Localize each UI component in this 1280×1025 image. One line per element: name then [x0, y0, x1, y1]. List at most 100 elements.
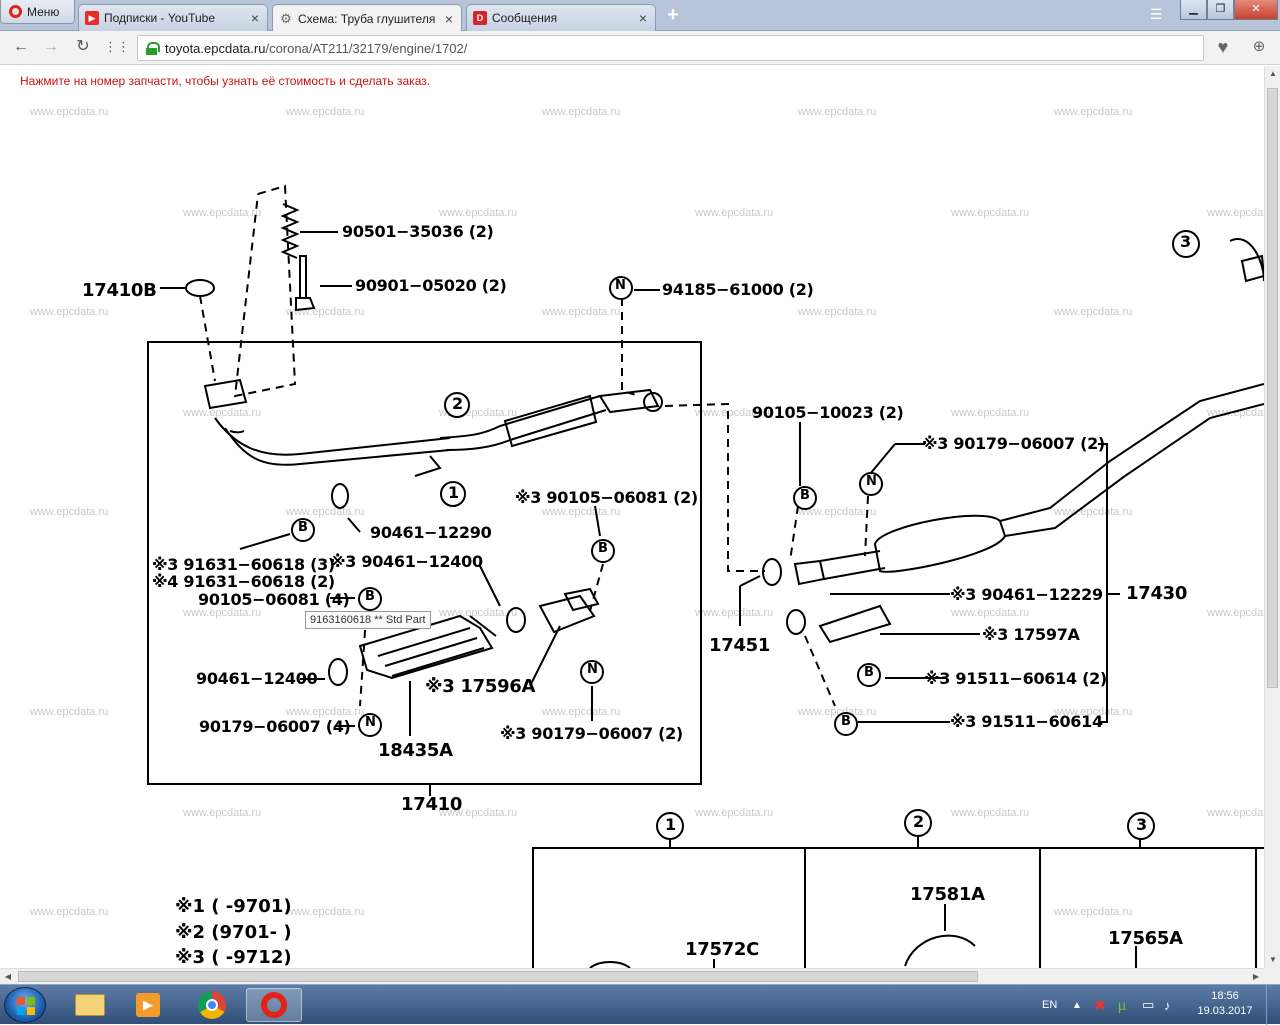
callout-n: N — [587, 662, 598, 677]
opera-taskbar-button[interactable] — [246, 988, 302, 1022]
part-90461-12400[interactable]: 90461−12400 — [196, 669, 318, 688]
callout-b: B — [298, 520, 308, 535]
part-90105-10023[interactable]: 90105−10023 (2) — [752, 403, 904, 422]
callout-1: 1 — [448, 483, 459, 502]
callout-3: 3 — [1180, 232, 1191, 251]
legend-row: ※3 ( -9712) — [175, 947, 292, 968]
scroll-up-icon[interactable]: ▲ — [1265, 66, 1280, 82]
exhaust-diagram — [147, 184, 1264, 968]
callout-b: B — [598, 541, 608, 556]
part-17410[interactable]: 17410 — [401, 794, 462, 815]
part-91631-60618-2[interactable]: ※4 91631−60618 (2) — [152, 572, 335, 591]
part-18435A[interactable]: 18435A — [378, 740, 453, 761]
vertical-scrollbar[interactable]: ▲ ▼ — [1264, 66, 1280, 968]
part-17596A[interactable]: ※3 17596A — [425, 676, 535, 697]
media-player-taskbar-button[interactable]: ▶ — [120, 988, 176, 1022]
part-tooltip: 9163160618 ** Std Part — [305, 611, 431, 629]
start-button[interactable] — [4, 987, 46, 1023]
callout-2: 2 — [913, 812, 924, 831]
close-tab-icon[interactable]: × — [443, 11, 455, 27]
callout-n: N — [615, 278, 626, 293]
scroll-down-icon[interactable]: ▼ — [1265, 952, 1280, 968]
forward-icon[interactable]: → — [40, 36, 62, 58]
part-17410B[interactable]: 17410B — [82, 280, 157, 301]
chrome-taskbar-button[interactable] — [184, 988, 240, 1022]
opera-menu-button[interactable]: Меню — [0, 0, 75, 24]
url-path: /corona/AT211/32179/engine/1702/ — [265, 40, 468, 56]
part-17572C[interactable]: 17572C — [685, 939, 759, 960]
browser-toolbar: ← → ↻ ⋮⋮ toyota.epcdata.ru /corona/AT211… — [0, 31, 1280, 65]
part-91511-60614[interactable]: ※3 91511−60614 — [950, 712, 1103, 731]
part-17581A[interactable]: 17581A — [910, 884, 985, 905]
minimize-button[interactable]: ▁ — [1180, 0, 1207, 20]
callout-2: 2 — [452, 394, 463, 413]
menu-label: Меню — [27, 4, 60, 19]
callout-n: N — [365, 715, 376, 730]
close-window-button[interactable]: ✕ — [1234, 0, 1278, 20]
clock-time: 18:56 — [1211, 990, 1239, 1002]
d-icon: D — [473, 11, 487, 25]
part-90461-12400-top[interactable]: ※3 90461−12400 — [330, 552, 483, 571]
callout-b: B — [365, 589, 375, 604]
callout-b: B — [841, 714, 851, 729]
language-indicator[interactable]: EN — [1042, 985, 1057, 1025]
tab-title: Подписки - YouTube — [104, 11, 216, 25]
part-90179-06007-right[interactable]: ※3 90179−06007 (2) — [922, 434, 1105, 453]
tab-youtube[interactable]: ▶ Подписки - YouTube × — [78, 4, 268, 31]
maximize-button[interactable]: ❐ — [1207, 0, 1234, 20]
back-icon[interactable]: ← — [10, 36, 32, 58]
lock-icon — [146, 41, 160, 55]
explorer-taskbar-button[interactable] — [62, 988, 118, 1022]
play-icon: ▶ — [136, 993, 160, 1017]
close-tab-icon[interactable]: × — [249, 10, 261, 26]
reload-icon[interactable]: ↻ — [72, 36, 94, 58]
scroll-left-icon[interactable]: ◀ — [0, 969, 16, 985]
part-17565A[interactable]: 17565A — [1108, 928, 1183, 949]
network-icon[interactable]: ▭ — [1142, 985, 1154, 1025]
download-icon[interactable]: ⊕ — [1248, 36, 1270, 58]
new-tab-button[interactable]: + — [662, 5, 684, 27]
folder-icon — [75, 994, 105, 1016]
tab-title: Сообщения — [492, 11, 558, 25]
tray-expand-icon[interactable]: ▲ — [1072, 985, 1082, 1025]
show-desktop-button[interactable] — [1266, 985, 1280, 1025]
heart-icon[interactable]: ♥ — [1212, 36, 1234, 58]
horizontal-scroll-thumb[interactable] — [18, 971, 978, 982]
part-90105-06081-2[interactable]: ※3 90105−06081 (2) — [515, 488, 698, 507]
scroll-right-icon[interactable]: ▶ — [1248, 969, 1264, 985]
part-17597A[interactable]: ※3 17597A — [982, 625, 1080, 644]
windows-taskbar: ▶ EN ▲ ✖ µ ▭ ♪ 18:56 19.03.2017 — [0, 984, 1280, 1025]
part-90901-05020[interactable]: 90901−05020 (2) — [355, 276, 507, 295]
system-clock[interactable]: 18:56 19.03.2017 — [1190, 989, 1260, 1019]
legend-row: ※2 (9701- ) — [175, 922, 292, 943]
horizontal-scrollbar[interactable]: ◀ ▶ — [0, 968, 1264, 984]
tab-menu-icon[interactable]: ☰ — [1146, 6, 1166, 24]
part-90105-06081-4[interactable]: 90105−06081 (4) — [198, 590, 350, 609]
part-90461-12290[interactable]: 90461−12290 — [370, 523, 492, 542]
speed-dial-icon[interactable]: ⋮⋮ — [104, 36, 130, 58]
url-domain: toyota.epcdata.ru — [165, 40, 266, 56]
tab-title: Схема: Труба глушителя и — [298, 11, 439, 26]
part-94185-61000[interactable]: 94185−61000 (2) — [662, 280, 814, 299]
clock-date: 19.03.2017 — [1197, 1005, 1253, 1017]
part-91511-60614-2[interactable]: ※3 91511−60614 (2) — [924, 669, 1107, 688]
windows-logo-icon — [17, 997, 35, 1015]
part-17451[interactable]: 17451 — [709, 635, 770, 656]
callout-n: N — [866, 474, 877, 489]
part-90179-06007-4[interactable]: 90179−06007 (4) — [199, 717, 351, 736]
close-tab-icon[interactable]: × — [637, 10, 649, 26]
torrent-icon[interactable]: µ — [1118, 985, 1126, 1025]
part-90501-35036[interactable]: 90501−35036 (2) — [342, 222, 494, 241]
antivirus-icon[interactable]: ✖ — [1094, 985, 1106, 1025]
opera-logo-icon — [9, 5, 22, 18]
tab-messages[interactable]: D Сообщения × — [466, 4, 656, 31]
volume-icon[interactable]: ♪ — [1164, 985, 1171, 1025]
part-17430[interactable]: 17430 — [1126, 583, 1187, 604]
part-90461-12229[interactable]: ※3 90461−12229 — [950, 585, 1103, 604]
address-bar[interactable]: toyota.epcdata.ru /corona/AT211/32179/en… — [137, 35, 1204, 61]
legend-row: ※1 ( -9701) — [175, 896, 292, 917]
part-90179-06007-2[interactable]: ※3 90179−06007 (2) — [500, 724, 683, 743]
tab-schema[interactable]: ⚙ Схема: Труба глушителя и × — [272, 4, 462, 32]
vertical-scroll-thumb[interactable] — [1267, 88, 1278, 688]
gear-icon: ⚙ — [280, 10, 292, 26]
